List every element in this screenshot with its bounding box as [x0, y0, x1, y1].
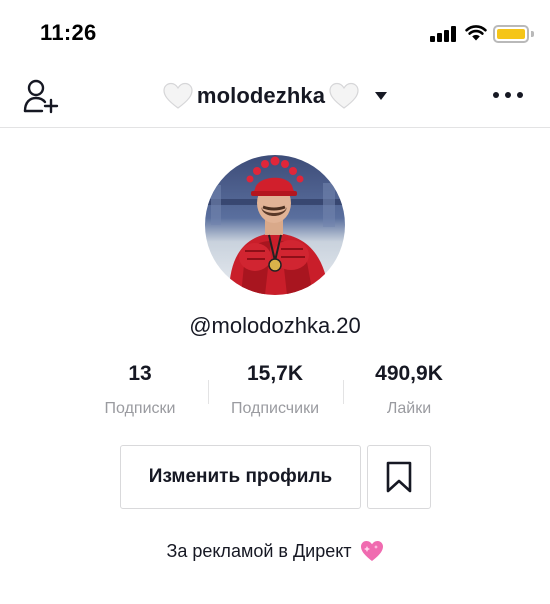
stat-likes[interactable]: 490,9K Лайки: [334, 362, 484, 418]
sparkling-heart-icon: [360, 541, 383, 561]
stat-followers[interactable]: 15,7K Подписчики: [200, 362, 350, 418]
profile-photo: [205, 155, 345, 295]
username-title: molodezhka: [196, 83, 326, 108]
status-time: 11:26: [40, 20, 97, 45]
profile-handle: @molodozhka.20: [189, 313, 361, 338]
battery-cap: [531, 31, 534, 37]
bookmark-icon: [386, 461, 412, 493]
status-bar: 11:26: [0, 0, 550, 62]
stat-following-label: Подписки: [104, 400, 176, 417]
stat-followers-label: Подписчики: [230, 400, 319, 417]
stat-following-value: 13: [128, 362, 152, 385]
more-dots-icon[interactable]: [493, 92, 527, 102]
profile-header: molodezhka: [0, 62, 550, 128]
account-switcher-button[interactable]: molodezhka: [163, 82, 388, 110]
wifi-icon: [465, 25, 487, 41]
username-switcher: molodezhka: [0, 82, 550, 115]
chevron-down-icon: [375, 92, 388, 100]
white-heart-icon: [163, 82, 193, 109]
profile-bio: За рекламой в Директ: [0, 540, 550, 562]
white-heart-icon: [329, 82, 359, 109]
edit-profile-button[interactable]: Изменить профиль: [120, 445, 361, 509]
stat-likes-label: Лайки: [386, 400, 432, 417]
bio-text: За рекламой в Директ: [166, 540, 352, 561]
avatar[interactable]: [205, 155, 345, 295]
stat-likes-value: 490,9K: [375, 362, 443, 385]
cellular-signal-icon: [430, 26, 456, 42]
stat-following[interactable]: 13 Подписки: [65, 362, 215, 418]
battery-icon: [493, 25, 529, 43]
stat-followers-value: 15,7K: [246, 362, 304, 385]
profile-stats: 13 Подписки 15,7K Подписчики 490,9K Лайк…: [0, 362, 550, 432]
bookmark-button[interactable]: [367, 445, 431, 509]
